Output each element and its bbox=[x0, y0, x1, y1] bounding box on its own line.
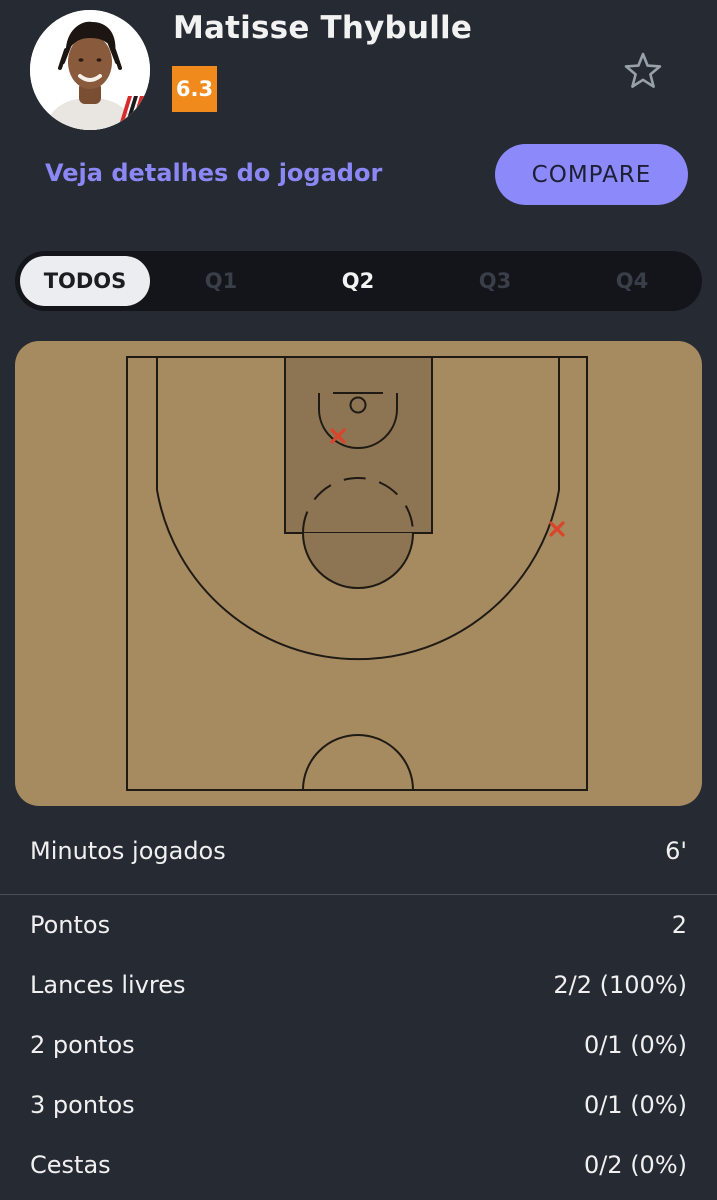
player-details-link[interactable]: Veja detalhes do jogador bbox=[45, 159, 382, 187]
rating-badge: 6.3 bbox=[172, 66, 217, 112]
shot-chart-court bbox=[15, 341, 702, 806]
period-tabs: TODOS Q1 Q2 Q3 Q4 bbox=[15, 251, 702, 311]
player-name: Matisse Thybulle bbox=[173, 10, 473, 46]
stat-label: Cestas bbox=[30, 1151, 111, 1179]
stat-label: Minutos jogados bbox=[30, 837, 226, 865]
paint-area bbox=[284, 356, 433, 534]
tab-q2[interactable]: Q2 bbox=[293, 256, 423, 306]
stat-value: 0/1 (0%) bbox=[583, 1031, 687, 1059]
stat-row-field-goals: Cestas 0/2 (0%) bbox=[0, 1147, 717, 1187]
stat-value: 6' bbox=[665, 837, 687, 865]
stat-value: 0/2 (0%) bbox=[583, 1151, 687, 1179]
stat-row-two-pointers: 2 pontos 0/1 (0%) bbox=[0, 1027, 717, 1067]
compare-button[interactable]: COMPARE bbox=[495, 144, 688, 205]
tab-q1[interactable]: Q1 bbox=[156, 256, 286, 306]
center-circle bbox=[302, 734, 414, 791]
tab-q4[interactable]: Q4 bbox=[567, 256, 697, 306]
divider bbox=[0, 894, 717, 895]
stat-row-minutes: Minutos jogados 6' bbox=[0, 833, 717, 873]
stat-label: Pontos bbox=[30, 911, 111, 939]
stat-row-free-throws: Lances livres 2/2 (100%) bbox=[0, 967, 717, 1007]
player-avatar bbox=[30, 10, 150, 130]
player-header: Matisse Thybulle 6.3 bbox=[0, 0, 717, 140]
stat-row-points: Pontos 2 bbox=[0, 907, 717, 947]
tab-todos[interactable]: TODOS bbox=[20, 256, 150, 306]
missed-shot-marker bbox=[549, 521, 565, 537]
stat-label: Lances livres bbox=[30, 971, 186, 999]
blazers-logo-icon bbox=[120, 96, 144, 122]
tab-q3[interactable]: Q3 bbox=[430, 256, 560, 306]
stat-label: 3 pontos bbox=[30, 1091, 135, 1119]
free-throw-circle-solid bbox=[302, 532, 414, 589]
star-outline-icon[interactable] bbox=[622, 50, 664, 92]
stat-value: 0/1 (0%) bbox=[583, 1091, 687, 1119]
stat-value: 2 bbox=[671, 911, 687, 939]
stat-label: 2 pontos bbox=[30, 1031, 135, 1059]
stat-value: 2/2 (100%) bbox=[553, 971, 687, 999]
stat-row-three-pointers: 3 pontos 0/1 (0%) bbox=[0, 1087, 717, 1127]
court-diagram bbox=[126, 356, 588, 791]
